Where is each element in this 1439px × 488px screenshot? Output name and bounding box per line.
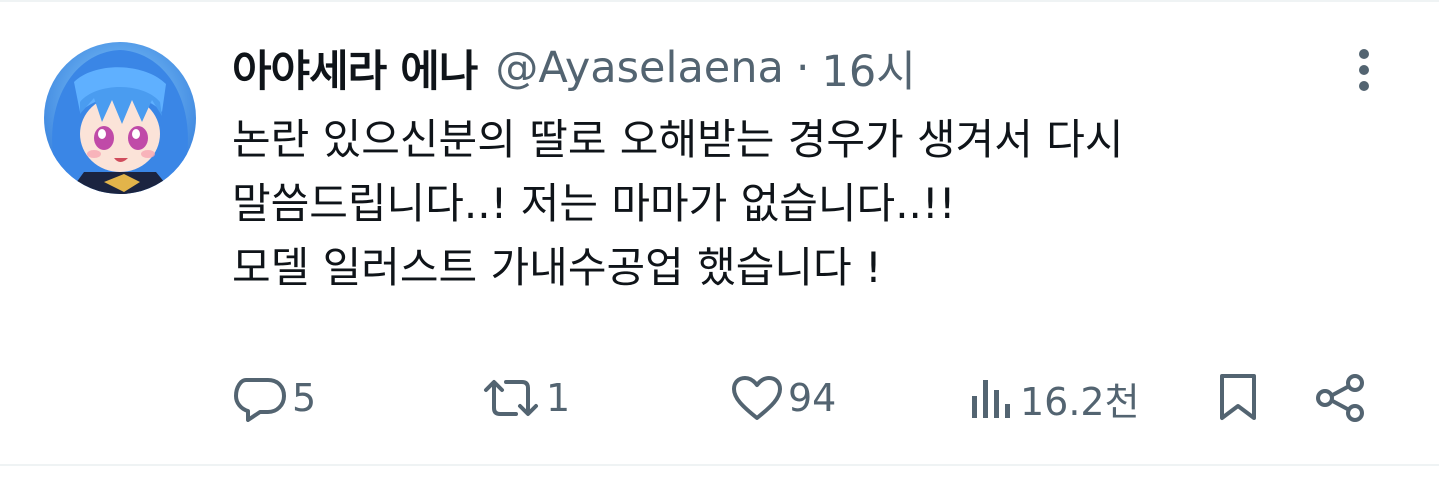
more-vertical-icon	[1359, 49, 1369, 91]
bottom-divider	[0, 464, 1439, 466]
like-count: 94	[788, 376, 837, 420]
views-button[interactable]: 16.2천	[968, 366, 1140, 430]
tweet-header: 아야세라 에나 @Ayaselaena · 16시	[232, 36, 916, 100]
like-button[interactable]: 94	[730, 366, 836, 430]
views-count: 16.2천	[1020, 379, 1140, 424]
avatar[interactable]	[44, 42, 196, 194]
author-display-name[interactable]: 아야세라 에나	[232, 37, 478, 99]
author-handle[interactable]: @Ayaselaena	[495, 43, 784, 93]
share-button[interactable]	[1314, 366, 1366, 430]
tweet-text: 논란 있으신분의 딸로 오해받는 경우가 생겨서 다시 말씀드립니다..! 저는…	[232, 108, 1372, 300]
action-bar: 5 1 94 16.2천	[232, 366, 1372, 430]
anime-avatar-icon	[44, 42, 196, 194]
tweet-timestamp[interactable]: 16시	[822, 37, 916, 99]
tweet-text-line: 모델 일러스트 가내수공업 했습니다 !	[232, 243, 882, 292]
bookmark-icon	[1220, 374, 1256, 420]
reply-button[interactable]: 5	[232, 366, 316, 430]
retweet-icon	[484, 380, 538, 416]
tweet-text-line: 말씀드립니다..! 저는 마마가 없습니다..!!	[232, 179, 956, 228]
share-icon	[1316, 374, 1364, 422]
tweet-text-line: 논란 있으신분의 딸로 오해받는 경우가 생겨서 다시	[232, 115, 1124, 164]
bookmark-button[interactable]	[1216, 366, 1260, 430]
retweet-button[interactable]: 1	[480, 366, 570, 430]
more-button[interactable]	[1340, 42, 1388, 98]
heart-icon	[732, 376, 782, 420]
retweet-count: 1	[546, 376, 571, 420]
reply-count: 5	[292, 376, 317, 420]
top-divider	[0, 0, 1439, 2]
reply-icon	[234, 378, 286, 422]
header-separator: ·	[795, 43, 810, 93]
views-icon	[972, 380, 1010, 418]
